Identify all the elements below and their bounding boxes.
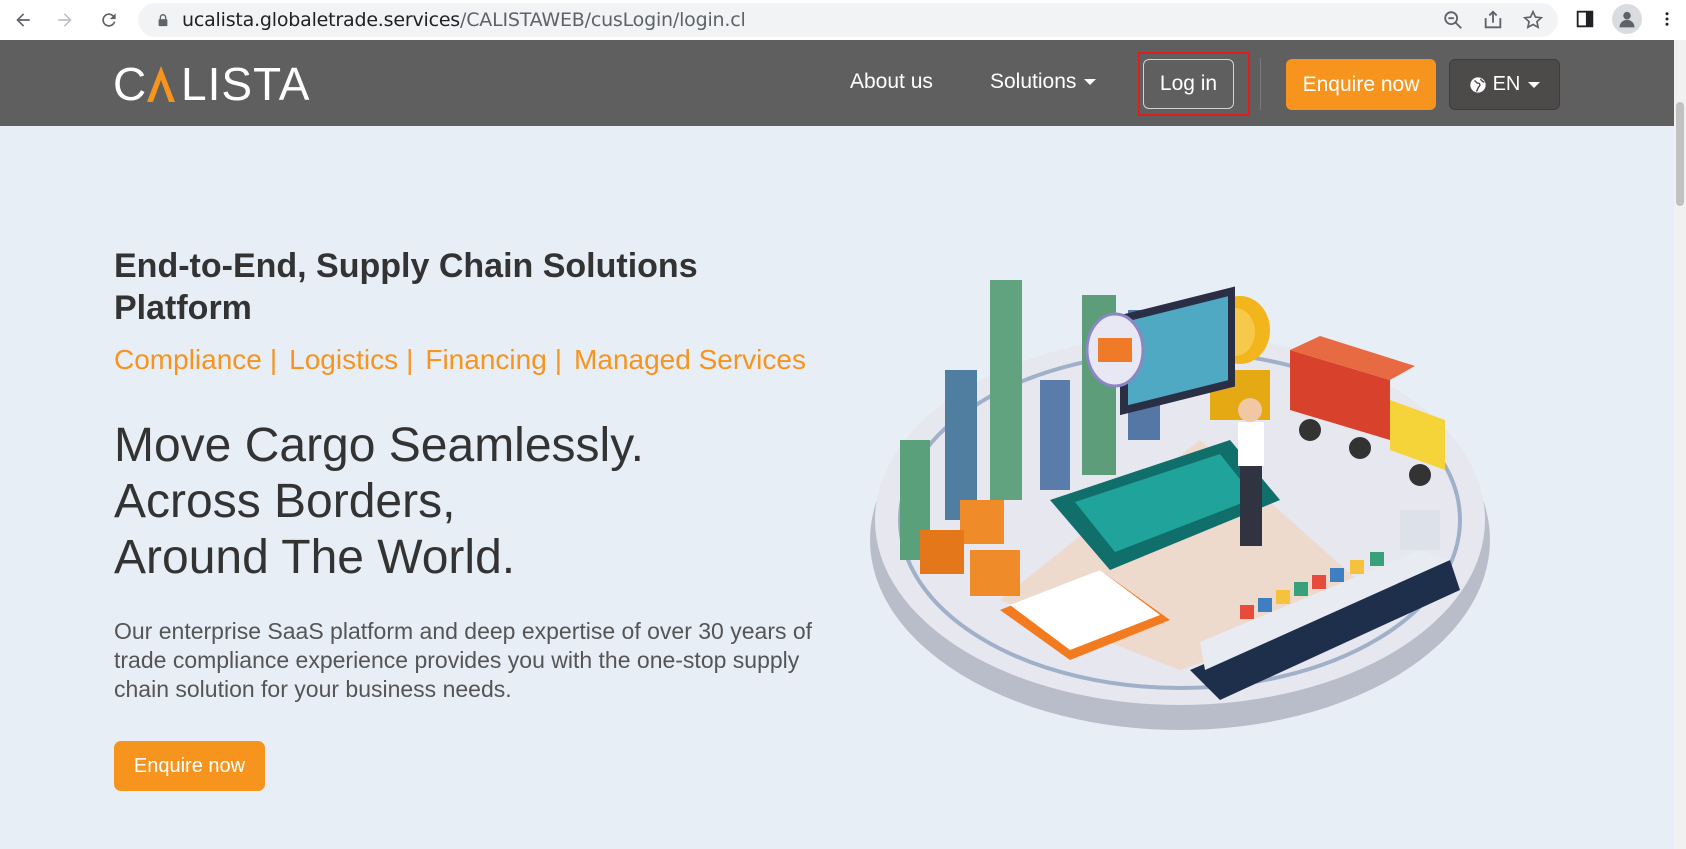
hero-title-line-3: Around The World. (114, 531, 516, 584)
reload-icon (102, 13, 116, 27)
nav-about-us[interactable]: About us (850, 70, 933, 94)
more-vert-icon[interactable] (1658, 8, 1676, 30)
reload-button[interactable] (92, 3, 126, 37)
arrow-right-icon (58, 13, 72, 27)
svg-text:LISTA: LISTA (181, 60, 310, 106)
user-icon (1619, 11, 1635, 28)
supply-chain-illustration (870, 280, 1490, 730)
hero-title: Move Cargo Seamlessly. Across Borders, A… (114, 418, 644, 586)
hero-kicker: End-to-End, Supply Chain Solutions Platf… (114, 247, 698, 327)
svg-text:C: C (113, 60, 147, 106)
language-label: EN (1492, 73, 1521, 95)
browser-toolbar: ucalista.globaletrade.services/CALISTAWE… (0, 0, 1686, 40)
hero-title-line-2: Across Borders, (114, 475, 456, 528)
tag-separator: | (554, 344, 563, 375)
login-button[interactable]: Log in (1143, 59, 1234, 109)
url-path: /CALISTAWEB/cusLogin/login.cl (460, 9, 746, 31)
tag-compliance: Compliance (114, 344, 262, 375)
language-dropdown[interactable]: EN (1449, 59, 1560, 110)
header-enquire-button[interactable]: Enquire now (1286, 59, 1436, 110)
hero-tags: Compliance | Logistics | Financing | Managed S… (114, 344, 806, 376)
caret-down-icon (1084, 79, 1097, 86)
tag-logistics: Logistics (289, 344, 399, 375)
nav-solutions-label: Solutions (990, 70, 1077, 93)
tag-managed-services: Managed Services (574, 344, 806, 375)
nav-solutions-dropdown[interactable]: Solutions (990, 70, 1097, 94)
url-text: ucalista.globaletrade.services/CALISTAWE… (182, 9, 746, 31)
url-host: ucalista.globaletrade.services (182, 9, 461, 31)
address-bar[interactable]: ucalista.globaletrade.services/CALISTAWE… (138, 3, 1558, 37)
scrollbar-thumb[interactable] (1676, 102, 1684, 206)
arrow-left-icon (16, 13, 30, 27)
forward-button[interactable] (48, 3, 82, 37)
hero-description: Our enterprise SaaS platform and deep ex… (114, 618, 813, 702)
tag-financing: Financing (425, 344, 547, 375)
back-button[interactable] (6, 3, 40, 37)
tag-separator: | (406, 344, 414, 375)
star-icon[interactable] (1522, 9, 1544, 31)
page-scrollbar[interactable] (1674, 40, 1686, 849)
envelope-bubble-graphic (1085, 312, 1145, 388)
hero-title-line-1: Move Cargo Seamlessly. (114, 419, 644, 472)
header-divider (1260, 58, 1261, 110)
side-panel-icon[interactable] (1574, 8, 1596, 30)
tag-separator: | (269, 344, 278, 375)
share-icon[interactable] (1482, 9, 1504, 31)
globe-icon (1469, 76, 1486, 93)
hero-enquire-button[interactable]: Enquire now (114, 741, 265, 791)
caret-down-icon (1528, 81, 1541, 88)
calista-logo[interactable]: C LISTA (113, 60, 323, 106)
lock-icon (158, 14, 168, 27)
profile-avatar[interactable] (1612, 4, 1642, 34)
zoom-out-icon[interactable] (1442, 9, 1464, 31)
